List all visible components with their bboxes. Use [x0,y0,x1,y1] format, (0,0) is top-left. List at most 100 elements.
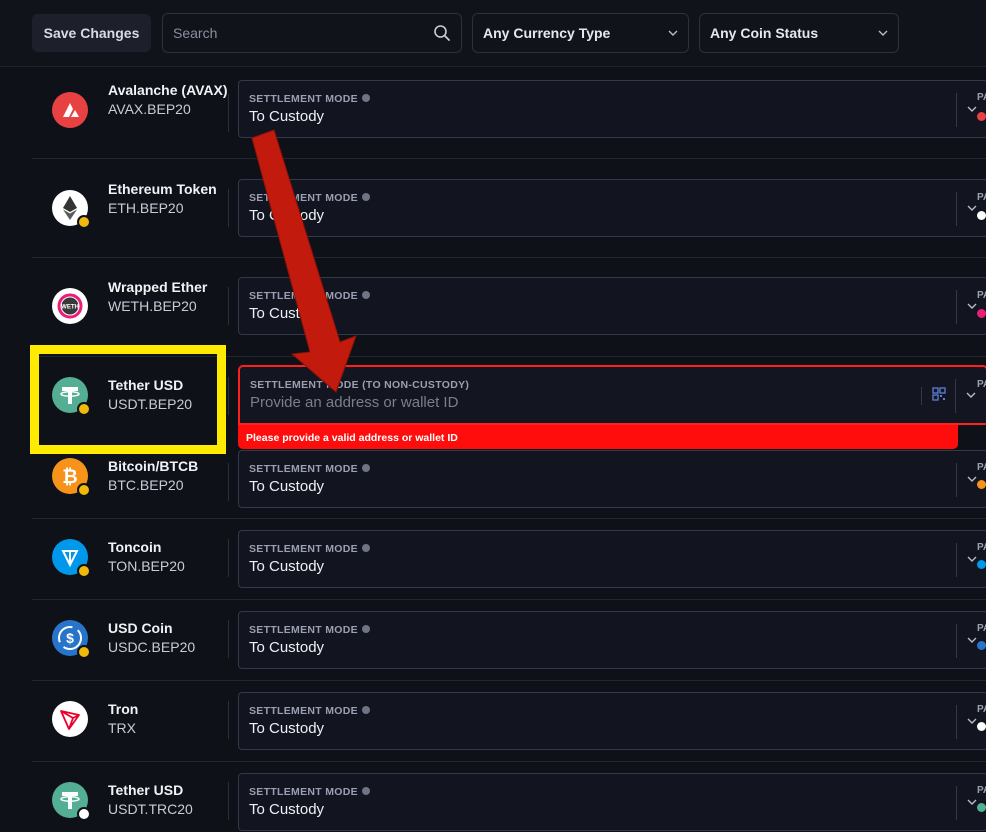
coin-title: Tether USD [108,782,184,798]
info-icon [361,787,370,795]
divider [228,620,229,658]
info-icon [361,464,370,472]
search-icon[interactable] [433,24,451,42]
next-column-label: PA [977,192,986,203]
svg-text:WETH: WETH [61,305,79,311]
field-value: To Custody [249,108,325,125]
field-label: SETTLEMENT MODE [249,705,370,717]
divider [956,705,957,739]
coin-symbol: USDC.BEP20 [108,638,196,655]
save-changes-button[interactable]: Save Changes [32,14,151,52]
divider [228,463,229,501]
coin-status-value: Any Coin Status [710,25,819,41]
field-value: To Custody [249,639,325,656]
currency-type-value: Any Currency Type [483,25,611,41]
divider [956,463,957,497]
coin-row-usdt-trc20: Tether USD USDT.TRC20 SETTLEMENT MODE To… [32,762,986,832]
divider [955,379,956,413]
error-message: Please provide a valid address or wallet… [238,425,958,449]
coin-name: Avalanche (AVAX) AVAX.BEP20 [108,81,228,118]
settlement-mode-select[interactable]: SETTLEMENT MODE To Custody [238,179,986,237]
search-input[interactable] [173,25,427,41]
avalanche-logo [52,92,88,128]
chevron-down-icon [878,30,888,36]
chevron-down-icon[interactable] [967,106,977,112]
settlement-mode-select[interactable]: SETTLEMENT MODE To Custody [238,773,986,831]
coin-symbol: USDT.BEP20 [108,395,193,412]
tether-logo [52,377,91,416]
coin-title: Bitcoin/BTCB [108,458,199,474]
settlement-mode-select[interactable]: SETTLEMENT MODE To Custody [238,530,986,588]
coin-row-usdc: $ USD Coin USDC.BEP20 SETTLEMENT MODE To… [32,600,986,681]
coin-row-eth: Ethereum Token ETH.BEP20 SETTLEMENT MODE… [32,159,986,258]
coin-symbol: AVAX.BEP20 [108,100,191,117]
field-value: To Custody [249,305,325,322]
chevron-down-icon[interactable] [967,205,977,211]
settlement-mode-select[interactable]: SETTLEMENT MODE To Custody [238,692,986,750]
coin-row-weth: WETH Wrapped Ether WETH.BEP20 SETTLEMENT… [32,258,986,357]
coin-name: Tron TRX [108,700,228,737]
coin-status-select[interactable]: Any Coin Status [699,13,899,53]
settlement-mode-select[interactable]: SETTLEMENT MODE To Custody [238,277,986,335]
chevron-down-icon [668,30,678,36]
toncoin-logo [52,539,91,578]
wallet-address-input[interactable]: SETTLEMENT MODE (TO NON-CUSTODY) Provide… [238,365,986,425]
field-label: SETTLEMENT MODE [249,290,370,302]
chevron-down-icon[interactable] [967,476,977,482]
coin-row-ton: Toncoin TON.BEP20 SETTLEMENT MODE To Cus… [32,519,986,600]
bnb-badge-icon [77,483,91,497]
bnb-badge-icon [77,564,91,578]
search-box[interactable] [162,13,462,53]
next-column-label: PA [977,379,986,390]
chevron-down-icon[interactable] [967,799,977,805]
coin-symbol: USDT.TRC20 [108,800,193,817]
next-column-label: PA [977,92,986,103]
coin-name: Ethereum Token ETH.BEP20 [108,180,228,217]
coin-name: Toncoin TON.BEP20 [108,538,228,575]
chevron-down-icon[interactable] [966,392,976,398]
coin-name: Tether USD USDT.TRC20 [108,781,228,818]
currency-type-select[interactable]: Any Currency Type [472,13,689,53]
field-label: SETTLEMENT MODE [249,192,370,204]
next-column-label: PA [977,704,986,715]
info-icon [361,291,370,299]
ethereum-logo [52,190,91,229]
settlement-mode-select[interactable]: SETTLEMENT MODE To Custody [238,611,986,669]
coin-symbol: TRX [108,719,136,736]
coin-title: Toncoin [108,539,162,555]
coin-title: Tron [108,701,139,717]
field-label: SETTLEMENT MODE [249,463,370,475]
tether-logo [52,782,91,821]
info-icon [361,706,370,714]
chevron-down-icon[interactable] [967,718,977,724]
chevron-down-icon[interactable] [967,556,977,562]
field-value: To Custody [249,720,325,737]
field-label: SETTLEMENT MODE [249,93,370,105]
svg-text:₿: ₿ [62,467,77,488]
avalanche-logo [977,112,986,121]
next-column-label: PA [977,462,986,473]
tron-badge-icon [77,807,91,821]
divider [228,782,229,820]
coin-row-trx: Tron TRX SETTLEMENT MODE To Custody PA [32,681,986,762]
divider [228,701,229,739]
coin-title: Tether USD [108,377,184,393]
chevron-down-icon[interactable] [967,303,977,309]
field-value: To Custody [249,558,325,575]
tron-logo [52,701,88,737]
coin-title: Ethereum Token [108,181,217,197]
coin-row-avax: Avalanche (AVAX) AVAX.BEP20 SETTLEMENT M… [32,68,986,159]
bnb-badge-icon [77,402,91,416]
divider [956,192,957,226]
field-label: SETTLEMENT MODE [249,786,370,798]
coin-symbol: BTC.BEP20 [108,476,184,493]
qr-code-icon[interactable] [932,387,946,401]
settlement-mode-select[interactable]: SETTLEMENT MODE To Custody [238,450,986,508]
chevron-down-icon[interactable] [967,637,977,643]
usdc-logo [977,641,986,650]
bnb-badge-icon [77,645,91,659]
coin-name: Bitcoin/BTCB BTC.BEP20 [108,457,228,494]
divider [228,94,229,132]
wallet-address-placeholder[interactable]: Provide an address or wallet ID [250,394,458,411]
settlement-mode-select[interactable]: SETTLEMENT MODE To Custody [238,80,986,138]
